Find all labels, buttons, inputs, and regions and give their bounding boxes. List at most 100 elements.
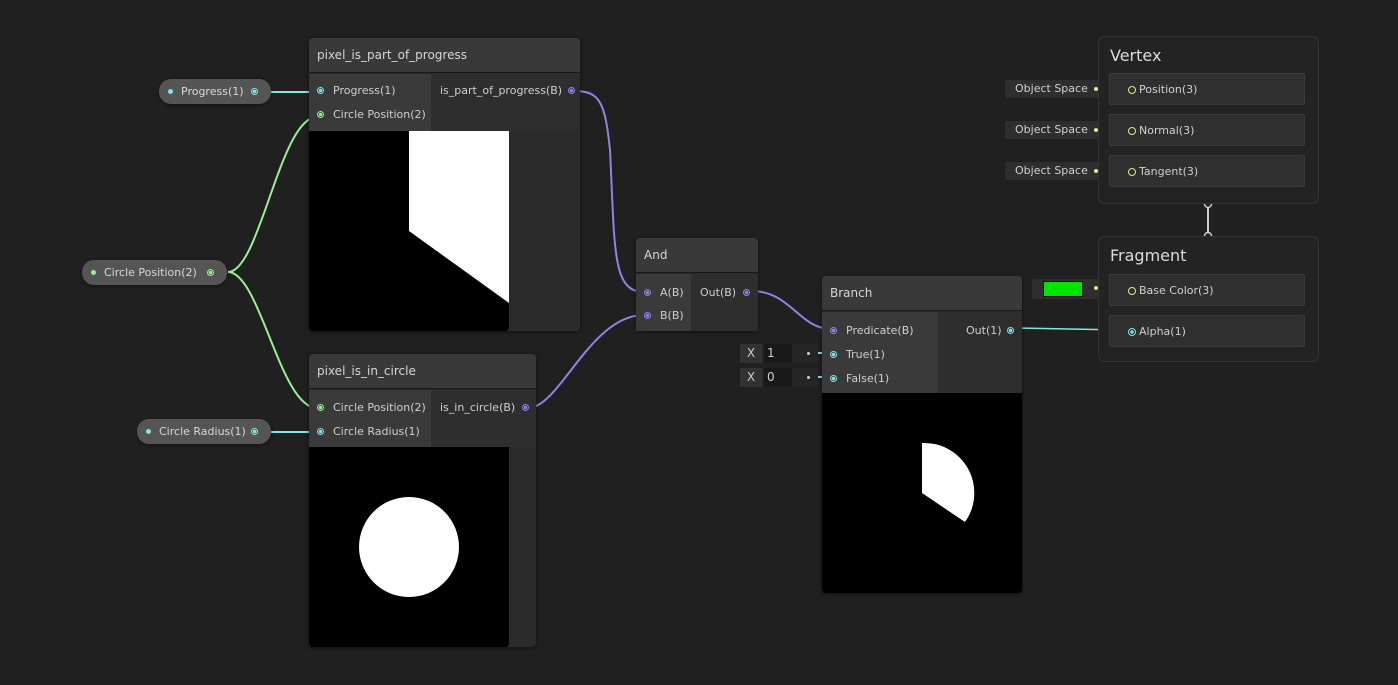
property-output-port[interactable] — [251, 88, 258, 95]
property-circle-position[interactable]: Circle Position(2) — [82, 260, 227, 285]
node-inputs: Predicate(B) True(1) False(1) — [822, 312, 938, 393]
port-socket[interactable] — [317, 87, 324, 94]
block-position[interactable]: Position(3) — [1109, 73, 1305, 105]
node-preview — [309, 131, 509, 331]
property-label: Circle Position(2) — [104, 266, 197, 279]
input-port-true[interactable]: True(1) — [830, 348, 885, 362]
node-outputs: Out(1) — [938, 312, 1022, 393]
input-port-b[interactable]: B(B) — [644, 309, 684, 323]
block-label: Base Color(3) — [1139, 284, 1214, 297]
port-label: False(1) — [846, 372, 890, 385]
node-title[interactable]: pixel_is_in_circle — [309, 354, 536, 389]
property-output-port[interactable] — [207, 269, 214, 276]
vertex-normal-space[interactable]: Object Space — [1005, 121, 1105, 139]
node-preview — [822, 393, 1022, 593]
block-label: Tangent(3) — [1139, 165, 1199, 178]
port-socket[interactable] — [743, 289, 750, 296]
node-pixel-is-part-of-progress[interactable]: pixel_is_part_of_progress Progress(1) Ci… — [309, 38, 580, 331]
port-label: Out(B) — [700, 286, 737, 299]
port-label: Out(1) — [966, 324, 1002, 337]
node-title[interactable]: pixel_is_part_of_progress — [309, 38, 580, 73]
node-outputs: Out(B) — [691, 274, 758, 331]
port-socket[interactable] — [830, 327, 837, 334]
property-progress[interactable]: Progress(1) — [159, 79, 271, 104]
true-value-field[interactable]: X 1 — [740, 344, 818, 363]
property-label: Circle Radius(1) — [159, 425, 246, 438]
input-port-circle-position[interactable]: Circle Position(2) — [317, 108, 426, 122]
node-pixel-is-in-circle[interactable]: pixel_is_in_circle Circle Position(2) Ci… — [309, 354, 536, 647]
block-port[interactable] — [1128, 328, 1136, 336]
port-label: is_part_of_progress(B) — [440, 84, 563, 97]
preview-image — [922, 442, 975, 522]
property-label: Progress(1) — [181, 85, 244, 98]
space-label: Object Space — [1015, 82, 1088, 95]
port-label: A(B) — [660, 286, 684, 299]
port-label: Circle Position(2) — [333, 401, 426, 414]
block-label: Normal(3) — [1139, 124, 1195, 137]
port-socket[interactable] — [644, 289, 651, 296]
false-value-field[interactable]: X 0 — [740, 368, 818, 387]
space-label: Object Space — [1015, 164, 1088, 177]
port-label: Circle Radius(1) — [333, 425, 420, 438]
port-socket[interactable] — [830, 375, 837, 382]
input-port-a[interactable]: A(B) — [644, 286, 684, 300]
port-label: B(B) — [660, 309, 684, 322]
block-port[interactable] — [1128, 168, 1136, 176]
node-preview — [309, 447, 509, 647]
value-input[interactable]: 1 — [764, 344, 792, 363]
wire-and-to-branch — [751, 290, 832, 330]
block-port[interactable] — [1128, 127, 1136, 135]
property-circle-radius[interactable]: Circle Radius(1) — [137, 419, 271, 444]
node-and[interactable]: And A(B) B(B) Out(B) — [636, 238, 758, 331]
vertex-tangent-space[interactable]: Object Space — [1005, 162, 1105, 180]
output-port-is-part-of-progress[interactable]: is_part_of_progress(B) — [440, 84, 575, 98]
block-label: Position(3) — [1139, 83, 1198, 96]
property-output-port[interactable] — [251, 428, 258, 435]
value-connector-dot — [807, 352, 810, 355]
node-branch[interactable]: Branch Predicate(B) True(1) False(1) Out… — [822, 276, 1022, 593]
input-port-circle-position[interactable]: Circle Position(2) — [317, 401, 426, 415]
port-socket[interactable] — [644, 312, 651, 319]
input-port-circle-radius[interactable]: Circle Radius(1) — [317, 425, 420, 439]
input-port-predicate[interactable]: Predicate(B) — [830, 324, 914, 338]
port-socket[interactable] — [568, 87, 575, 94]
block-tangent[interactable]: Tangent(3) — [1109, 155, 1305, 187]
port-socket[interactable] — [1007, 327, 1014, 334]
value-connector-dot — [807, 376, 810, 379]
value-input[interactable]: 0 — [764, 368, 792, 387]
block-normal[interactable]: Normal(3) — [1109, 114, 1305, 146]
vertex-position-space[interactable]: Object Space — [1005, 80, 1105, 98]
node-title[interactable]: Branch — [822, 276, 1022, 311]
input-port-false[interactable]: False(1) — [830, 372, 889, 386]
property-type-dot — [168, 89, 173, 94]
block-port[interactable] — [1128, 287, 1136, 295]
fragment-context[interactable]: Fragment Base Color(3) Alpha(1) — [1098, 236, 1319, 362]
node-title[interactable]: And — [636, 238, 758, 273]
block-port[interactable] — [1128, 86, 1136, 94]
port-label: True(1) — [846, 348, 885, 361]
block-alpha[interactable]: Alpha(1) — [1109, 315, 1305, 347]
port-label: Progress(1) — [333, 84, 396, 97]
port-label: is_in_circle(B) — [440, 401, 516, 414]
node-outputs: is_in_circle(B) — [431, 390, 536, 447]
output-port-out[interactable]: Out(B) — [700, 286, 750, 300]
block-label: Alpha(1) — [1139, 325, 1186, 338]
input-port-progress[interactable]: Progress(1) — [317, 84, 396, 98]
node-inputs: A(B) B(B) — [636, 274, 691, 331]
port-socket[interactable] — [522, 404, 529, 411]
output-port-out[interactable]: Out(1) — [966, 324, 1014, 338]
port-label: Circle Position(2) — [333, 108, 426, 121]
node-inputs: Progress(1) Circle Position(2) — [309, 74, 431, 131]
port-socket[interactable] — [317, 428, 324, 435]
axis-label: X — [740, 368, 762, 387]
port-socket[interactable] — [830, 351, 837, 358]
port-socket[interactable] — [317, 404, 324, 411]
block-base-color[interactable]: Base Color(3) — [1109, 274, 1305, 306]
output-port-is-in-circle[interactable]: is_in_circle(B) — [440, 401, 529, 415]
port-socket[interactable] — [317, 111, 324, 118]
vertex-context[interactable]: Vertex Position(3) Normal(3) Tangent(3) — [1098, 36, 1319, 204]
preview-image — [409, 131, 509, 303]
color-swatch[interactable] — [1043, 281, 1083, 297]
space-label: Object Space — [1015, 123, 1088, 136]
base-color-field[interactable] — [1032, 279, 1105, 299]
